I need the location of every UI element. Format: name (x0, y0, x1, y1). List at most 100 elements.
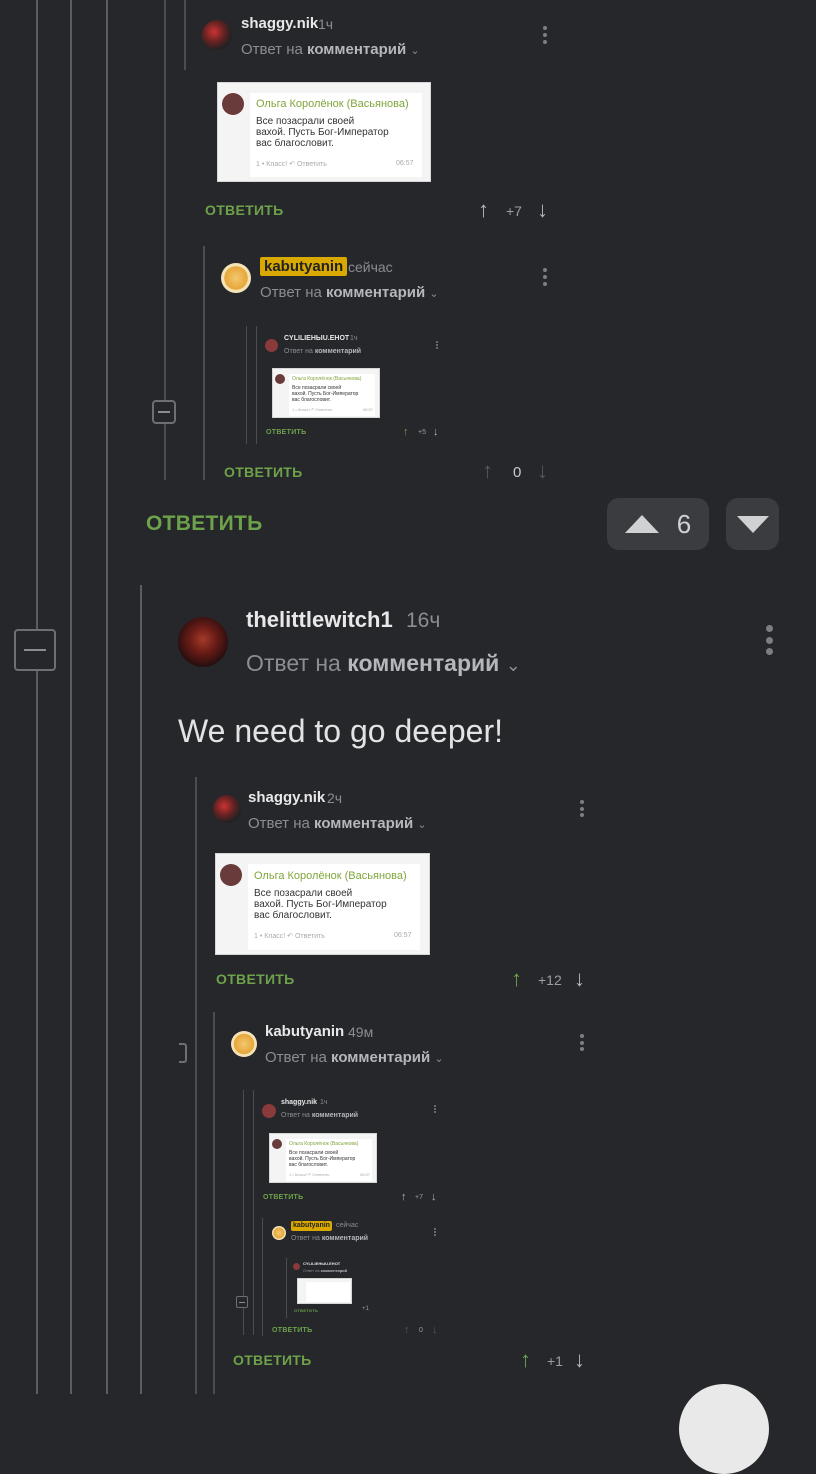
embedded-time: 06:57 (394, 932, 412, 939)
more-vertical-icon (436, 341, 438, 349)
embedded-meta: 1 • Класс! ↶ Ответить (256, 161, 327, 168)
arrow-up-icon[interactable]: ↑ (478, 199, 489, 221)
collapse-icon[interactable] (152, 400, 176, 424)
comment-score: +12 (538, 972, 562, 988)
chevron-down-icon: ⌄ (434, 1053, 444, 1065)
reply-to-link[interactable]: Ответ на комментарий ⌄ (265, 1049, 444, 1066)
avatar[interactable] (178, 617, 228, 667)
reply-to-link: Ответ на комментарий (291, 1235, 369, 1242)
more-vertical-icon[interactable] (543, 268, 547, 286)
collapse-icon[interactable] (179, 1043, 187, 1063)
avatar[interactable] (213, 795, 241, 823)
arrow-down-icon[interactable]: ↓ (537, 460, 548, 482)
comment-score: +5 (418, 429, 426, 436)
embedded-screenshot: Ольга Королёнок (Васьянова) Все позасрал… (272, 368, 380, 418)
embedded-time: 06:57 (396, 160, 414, 167)
reply-button: ОТВЕТИТЬ (263, 1194, 304, 1201)
collapse-icon[interactable] (14, 629, 56, 671)
arrow-down-icon: ↓ (431, 1191, 437, 1203)
thread-line (195, 777, 197, 1394)
collapse-icon (236, 1296, 248, 1308)
arrow-up-icon: ↑ (401, 1191, 407, 1203)
arrow-down-icon (736, 515, 769, 533)
embedded-text: Все позасрали своей вахой. Пусть Бог-Имп… (289, 1150, 356, 1168)
more-vertical-icon[interactable] (765, 625, 773, 655)
arrow-down-icon[interactable]: ↓ (537, 199, 548, 221)
comment-score: +7 (415, 1194, 423, 1201)
upvote-button[interactable]: 6 (607, 498, 709, 550)
comment-author: kabutyanin (291, 1221, 332, 1231)
arrow-down-icon: ↓ (433, 426, 439, 438)
arrow-up-icon[interactable]: ↑ (511, 968, 522, 990)
reply-button: ОТВЕТИТЬ (272, 1327, 313, 1334)
avatar (272, 1139, 282, 1149)
reply-button[interactable]: ОТВЕТИТЬ (233, 1352, 312, 1368)
comment-author: CYLILIEHЫU.EHOT (303, 1261, 341, 1266)
comment-time: сейчас (348, 259, 393, 275)
downvote-button[interactable] (726, 498, 779, 550)
reply-to-link[interactable]: Ответ на комментарий ⌄ (241, 41, 420, 58)
reply-button[interactable]: ОТВЕТИТЬ (216, 971, 295, 987)
reply-button[interactable]: ОТВЕТИТЬ (224, 464, 303, 480)
embedded-screenshot[interactable]: Ольга Королёнок (Васьянова) Все позасрал… (215, 853, 430, 955)
comment-author[interactable]: kabutyanin (265, 1023, 344, 1040)
embedded-author: Ольга Королёнок (Васьянова) (292, 376, 362, 382)
thread-line (106, 0, 108, 1394)
avatar (272, 1226, 286, 1240)
embedded-time: 06:57 (360, 1172, 371, 1177)
embedded-screenshot (297, 1278, 352, 1304)
embedded-author: Ольга Королёнок (Васьянова) (289, 1141, 359, 1147)
embedded-time: 06:57 (363, 407, 374, 412)
reply-to-link: Ответ на комментарий (284, 348, 362, 355)
more-vertical-icon[interactable] (580, 800, 584, 817)
thread-line (262, 1218, 263, 1336)
avatar[interactable] (202, 20, 232, 50)
avatar (262, 1104, 276, 1118)
comment-score: 6 (676, 508, 692, 539)
chevron-down-icon: ⌄ (417, 819, 427, 831)
embedded-screenshot[interactable]: Ольга Королёнок (Васьянова) Все позасрал… (217, 82, 431, 182)
embedded-text: Все позасрали своей вахой. Пусть Бог-Имп… (292, 385, 359, 403)
comment-score: 0 (513, 464, 522, 481)
arrow-up-icon: ↑ (403, 426, 409, 438)
comment-score: +1 (547, 1353, 563, 1369)
comment-author[interactable]: shaggy.nik (248, 789, 325, 806)
thread-line (36, 0, 38, 1394)
reply-button[interactable]: ОТВЕТИТЬ (205, 202, 284, 218)
more-vertical-icon[interactable] (543, 26, 547, 44)
avatar (265, 339, 278, 352)
more-vertical-icon (434, 1228, 436, 1236)
floating-action-button[interactable] (679, 1384, 769, 1474)
avatar[interactable] (221, 263, 251, 293)
comment-author: shaggy.nik (281, 1099, 318, 1106)
reply-to-link[interactable]: Ответ на комментарий ⌄ (246, 650, 521, 677)
embedded-text: Все позасрали своей вахой. Пусть Бог-Имп… (254, 888, 387, 921)
reply-to-link[interactable]: Ответ на комментарий ⌄ (248, 815, 427, 832)
comment-author[interactable]: shaggy.nik (241, 15, 318, 32)
thread-line (286, 1258, 287, 1318)
more-vertical-icon[interactable] (580, 1034, 584, 1051)
embedded-author: Ольга Королёнок (Васьянова) (256, 98, 409, 110)
reply-button: ОТВЕТИТЬ (294, 1308, 319, 1313)
avatar (220, 864, 242, 886)
comment-text: We need to go deeper! (178, 713, 503, 749)
more-vertical-icon (434, 1105, 436, 1113)
arrow-up-icon[interactable]: ↑ (520, 1349, 531, 1371)
avatar[interactable] (231, 1031, 257, 1057)
thread-line (213, 1012, 215, 1394)
thread-line (70, 0, 72, 1394)
arrow-up-icon[interactable]: ↑ (482, 460, 493, 482)
comment-score: +7 (506, 203, 522, 219)
reply-button[interactable]: ОТВЕТИТЬ (146, 512, 263, 536)
comment-time: 1ч (318, 16, 334, 32)
reply-to-link[interactable]: Ответ на комментарий ⌄ (260, 284, 439, 301)
comment-score: 0 (419, 1327, 423, 1334)
comment-time: 16ч (406, 609, 441, 632)
comment-author[interactable]: thelittlewitch1 (246, 607, 393, 633)
arrow-down-icon[interactable]: ↓ (574, 1349, 585, 1371)
arrow-up-icon (624, 515, 659, 533)
thread-line (253, 1090, 254, 1335)
arrow-down-icon[interactable]: ↓ (574, 968, 585, 990)
chevron-down-icon: ⌄ (505, 655, 521, 675)
comment-author[interactable]: kabutyanin (260, 257, 348, 276)
